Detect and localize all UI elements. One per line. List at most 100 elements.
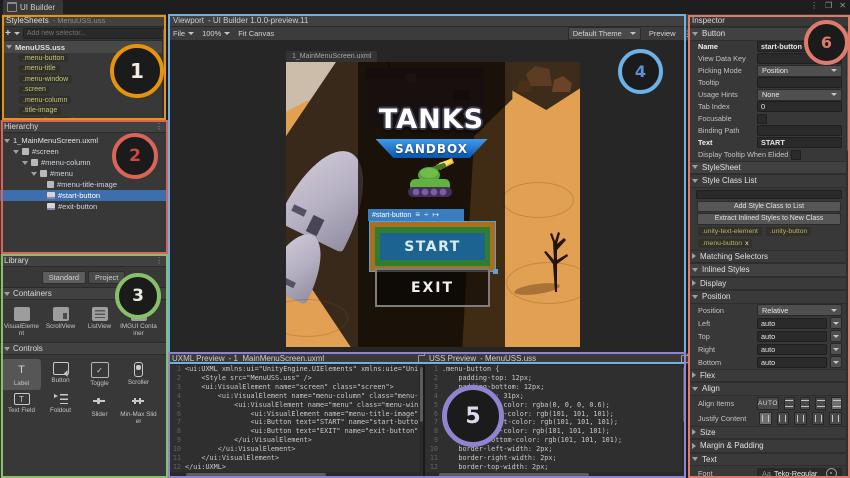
- foldout-open-icon[interactable]: [31, 171, 37, 176]
- stylesheet-foldout[interactable]: StyleSheet: [688, 160, 850, 174]
- hierarchy-root-row[interactable]: 1_MainMenuScreen.uxml: [0, 135, 167, 146]
- library-item-imgui[interactable]: IMGUI Container: [119, 304, 158, 340]
- font-object-field[interactable]: Aa Teko-Regular: [757, 467, 842, 478]
- library-item-scrollview[interactable]: ScrollView: [41, 304, 80, 340]
- foldout-open-icon[interactable]: [6, 45, 12, 49]
- game-canvas[interactable]: TANKS SANDBOX #start-button ≡ ÷ ↦ START …: [286, 62, 580, 347]
- library-item-label-control[interactable]: T Label: [2, 359, 41, 390]
- kebab-menu-icon[interactable]: ⋮: [155, 256, 163, 265]
- selector-row[interactable]: .title-image: [2, 106, 166, 117]
- library-item-button[interactable]: Button: [41, 359, 80, 390]
- selector-row[interactable]: .menu-window: [2, 74, 166, 85]
- uxml-horizontal-scrollbar[interactable]: [168, 472, 423, 477]
- library-item-slider[interactable]: Slider: [80, 390, 119, 428]
- hierarchy-row-start-button[interactable]: #start-button: [0, 190, 167, 201]
- hierarchy-row-exit-button[interactable]: #exit-button: [0, 201, 167, 212]
- foldout-open-icon[interactable]: [692, 31, 698, 36]
- foldout-open-icon[interactable]: [4, 291, 10, 296]
- top-field[interactable]: [757, 330, 827, 342]
- foldout-open-icon[interactable]: [692, 457, 698, 462]
- library-item-visualelement[interactable]: VisualElement: [2, 304, 41, 340]
- stylesheet-root-row[interactable]: MenuUSS.uss: [2, 41, 166, 53]
- hierarchy-row-menu[interactable]: #menu: [0, 168, 167, 179]
- view-data-key-field[interactable]: [757, 53, 842, 64]
- uss-vertical-scrollbar[interactable]: [682, 365, 686, 472]
- foldout-closed-icon[interactable]: [692, 372, 696, 379]
- remove-class-icon[interactable]: x: [745, 240, 748, 247]
- justify-center-icon[interactable]: [776, 411, 790, 425]
- foldout-open-icon[interactable]: [692, 165, 698, 170]
- file-menu[interactable]: File: [173, 29, 195, 38]
- text-field[interactable]: [757, 137, 842, 148]
- picking-mode-dropdown[interactable]: Position: [757, 64, 842, 77]
- add-selector-button[interactable]: +: [5, 28, 11, 39]
- unit-dropdown[interactable]: [830, 343, 842, 355]
- unit-dropdown[interactable]: [830, 356, 842, 368]
- display-foldout[interactable]: Display: [688, 276, 850, 290]
- tab-standard[interactable]: Standard: [41, 271, 87, 284]
- inspector-scrollbar[interactable]: [846, 27, 850, 478]
- align-stretch-icon[interactable]: [831, 396, 843, 410]
- align-center-icon[interactable]: [799, 396, 811, 410]
- foldout-closed-icon[interactable]: [692, 442, 696, 449]
- foldout-open-icon[interactable]: [692, 178, 698, 183]
- margin-padding-foldout[interactable]: Margin & Padding: [688, 439, 850, 453]
- foldout-open-icon[interactable]: [4, 346, 10, 351]
- foldout-closed-icon[interactable]: [692, 280, 696, 287]
- selector-row-hover[interactable]: .menu-button :hover: [2, 116, 166, 119]
- uss-code-editor[interactable]: 1 .menu-button { 2 padding-top: 12px; 3 p…: [425, 365, 686, 472]
- align-foldout[interactable]: Align: [688, 382, 850, 396]
- close-icon[interactable]: ✕: [839, 1, 846, 10]
- theme-dropdown[interactable]: Default Theme: [567, 27, 641, 40]
- new-selector-input[interactable]: [22, 28, 163, 39]
- hierarchy-row-screen[interactable]: #screen: [0, 146, 167, 157]
- class-pill-menu-button[interactable]: .menu-button x: [698, 239, 753, 248]
- kebab-menu-icon[interactable]: ⋮: [810, 1, 818, 10]
- bottom-field[interactable]: [757, 356, 827, 368]
- justify-end-icon[interactable]: [794, 411, 807, 425]
- uxml-code-editor[interactable]: 1 <ui:UXML xmlns:ui="UnityEngine.UIElemen…: [168, 365, 423, 472]
- binding-path-field[interactable]: [757, 125, 842, 136]
- selector-row[interactable]: .menu-column: [2, 95, 166, 106]
- foldout-closed-icon[interactable]: [692, 429, 696, 436]
- uxml-vertical-scrollbar[interactable]: [419, 365, 423, 472]
- tab-project[interactable]: Project: [88, 271, 126, 284]
- text-foldout[interactable]: Text: [688, 452, 850, 466]
- containers-section-header[interactable]: Containers: [0, 287, 167, 300]
- tooltip-field[interactable]: [757, 77, 842, 88]
- selector-row[interactable]: .menu-button: [2, 53, 166, 64]
- class-pill[interactable]: .unity-button: [765, 227, 812, 236]
- left-field[interactable]: [757, 317, 827, 329]
- usage-hints-dropdown[interactable]: None: [757, 88, 842, 101]
- foldout-open-icon[interactable]: [692, 386, 698, 391]
- align-lines-icon[interactable]: ≡: [415, 211, 420, 219]
- add-dropdown-icon[interactable]: [13, 32, 20, 35]
- tab-ui-builder[interactable]: UI Builder: [3, 0, 64, 14]
- object-picker-icon[interactable]: [826, 468, 837, 478]
- library-item-toggle[interactable]: ✓ Toggle: [80, 359, 119, 390]
- name-field[interactable]: [757, 41, 842, 52]
- center-vertical-icon[interactable]: ÷: [424, 211, 428, 219]
- foldout-open-icon[interactable]: [4, 138, 10, 143]
- justify-around-icon[interactable]: [829, 411, 842, 425]
- selector-row[interactable]: .menu-title: [2, 64, 166, 75]
- fit-canvas-button[interactable]: Fit Canvas: [238, 29, 274, 38]
- tab-index-field[interactable]: [757, 101, 842, 112]
- foldout-open-icon[interactable]: [22, 160, 28, 165]
- kebab-menu-icon[interactable]: ⋮: [155, 122, 163, 131]
- position-foldout[interactable]: Position: [688, 290, 850, 304]
- library-item-scroller[interactable]: Scroller: [119, 359, 158, 390]
- anchor-icon[interactable]: ↦: [432, 211, 439, 219]
- style-class-list-foldout[interactable]: Style Class List: [688, 174, 850, 188]
- uss-horizontal-scrollbar[interactable]: [425, 472, 686, 477]
- align-end-icon[interactable]: [815, 396, 827, 410]
- elide-checkbox[interactable]: [791, 149, 802, 160]
- unit-dropdown[interactable]: [830, 317, 842, 329]
- right-field[interactable]: [757, 343, 827, 355]
- foldout-closed-icon[interactable]: [692, 253, 696, 260]
- size-foldout[interactable]: Size: [688, 425, 850, 439]
- library-item-listview[interactable]: ListView: [80, 304, 119, 340]
- extract-inlined-styles-button[interactable]: Extract Inlined Styles to New Class: [697, 213, 841, 225]
- foldout-open-icon[interactable]: [692, 294, 698, 299]
- start-button[interactable]: START: [380, 233, 485, 260]
